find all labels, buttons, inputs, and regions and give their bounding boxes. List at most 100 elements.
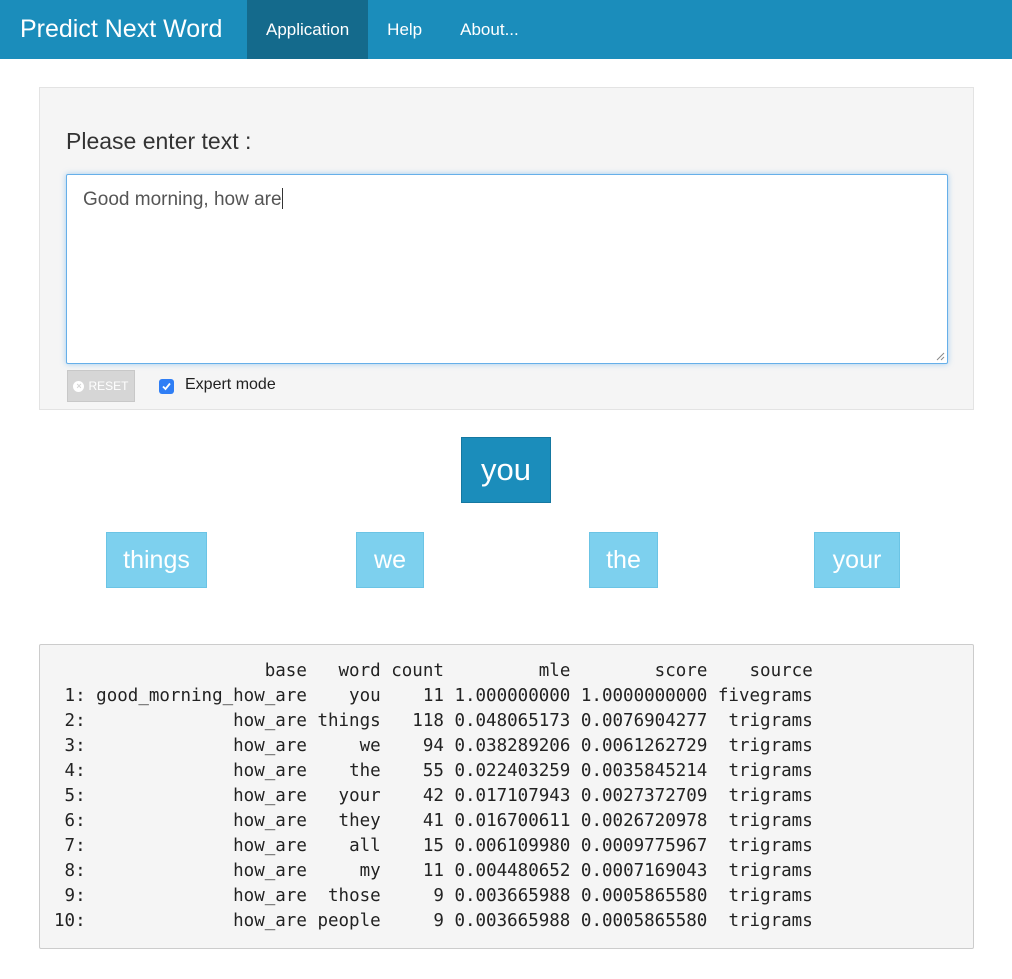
cell-mle: 0.003665988 — [454, 911, 571, 931]
cell-base: how_are — [233, 736, 307, 756]
text-input[interactable]: Good morning, how are — [66, 174, 948, 364]
alt-prediction-your[interactable]: your — [814, 532, 900, 588]
text-input-label: Please enter text : — [66, 128, 252, 154]
row-index: 10: — [54, 911, 86, 931]
row-index: 1: — [64, 686, 86, 706]
cell-count: 41 — [422, 811, 444, 831]
cell-mle: 0.003665988 — [454, 886, 571, 906]
text-caret — [281, 188, 283, 209]
cell-count: 42 — [422, 786, 444, 806]
cell-score: 1.0000000000 — [580, 686, 708, 706]
table-row: 1: good_morning_how_are you 11 1.0000000… — [54, 684, 813, 709]
column-header-word: word — [338, 661, 381, 681]
expert-mode-checkbox[interactable] — [159, 379, 174, 394]
cell-base: how_are — [233, 886, 307, 906]
cell-source: trigrams — [728, 911, 813, 931]
cell-base: how_are — [233, 711, 307, 731]
table-row: 8: how_are my 11 0.004480652 0.000716904… — [54, 859, 813, 884]
cell-count: 9 — [433, 911, 444, 931]
row-index: 5: — [64, 786, 86, 806]
reset-button-label: RESET — [88, 379, 129, 393]
cell-source: trigrams — [728, 886, 813, 906]
column-header-score: score — [654, 661, 708, 681]
cell-count: 11 — [422, 686, 444, 706]
table-row: 5: how_are your 42 0.017107943 0.0027372… — [54, 784, 813, 809]
alt-prediction-things[interactable]: things — [106, 532, 207, 588]
row-index: 7: — [64, 836, 86, 856]
cell-word: you — [349, 686, 381, 706]
cell-mle: 1.000000000 — [454, 686, 571, 706]
cell-mle: 0.038289206 — [454, 736, 571, 756]
alt-prediction-the[interactable]: the — [589, 532, 658, 588]
cell-mle: 0.016700611 — [454, 811, 571, 831]
cell-word: we — [359, 736, 381, 756]
cell-word: the — [349, 761, 381, 781]
navbar: Predict Next Word Application Help About… — [0, 0, 1012, 59]
cell-word: your — [338, 786, 381, 806]
cell-mle: 0.004480652 — [454, 861, 571, 881]
cell-word: they — [338, 811, 381, 831]
top-prediction-button[interactable]: you — [461, 437, 551, 503]
cell-score: 0.0076904277 — [580, 711, 708, 731]
table-row: 2: how_are things 118 0.048065173 0.0076… — [54, 709, 813, 734]
column-header-base: base — [264, 661, 307, 681]
row-index: 6: — [64, 811, 86, 831]
text-input-value: Good morning, how are — [83, 189, 282, 210]
row-index: 9: — [64, 886, 86, 906]
cell-source: trigrams — [728, 836, 813, 856]
cell-mle: 0.048065173 — [454, 711, 571, 731]
cell-base: how_are — [233, 861, 307, 881]
alt-prediction-we[interactable]: we — [356, 532, 424, 588]
row-index: 8: — [64, 861, 86, 881]
cell-source: trigrams — [728, 736, 813, 756]
column-header-mle: mle — [538, 661, 571, 681]
cell-source: fivegrams — [717, 686, 813, 706]
cell-source: trigrams — [728, 861, 813, 881]
results-table-text: base word count mle score source 1: good… — [54, 659, 813, 934]
cell-source: trigrams — [728, 811, 813, 831]
row-index: 3: — [64, 736, 86, 756]
cell-word: those — [328, 886, 381, 906]
table-row: 4: how_are the 55 0.022403259 0.00358452… — [54, 759, 813, 784]
results-table: base word count mle score source 1: good… — [39, 644, 974, 949]
checkmark-icon — [162, 382, 171, 391]
cell-word: people — [317, 911, 381, 931]
cell-word: all — [349, 836, 381, 856]
expert-mode-label[interactable]: Expert mode — [185, 376, 276, 394]
cell-source: trigrams — [728, 711, 813, 731]
row-index: 4: — [64, 761, 86, 781]
input-panel: Please enter text : Good morning, how ar… — [39, 87, 974, 410]
tab-about[interactable]: About... — [441, 0, 538, 59]
close-circle-icon: × — [73, 380, 85, 392]
cell-word: my — [359, 861, 381, 881]
cell-base: good_morning_how_are — [96, 686, 307, 706]
table-header-row: base word count mle score source — [54, 659, 813, 684]
cell-score: 0.0009775967 — [580, 836, 708, 856]
cell-score: 0.0061262729 — [580, 736, 708, 756]
app-brand[interactable]: Predict Next Word — [0, 0, 247, 59]
cell-score: 0.0026720978 — [580, 811, 708, 831]
cell-count: 55 — [422, 761, 444, 781]
resize-grip-icon[interactable] — [935, 351, 945, 361]
cell-score: 0.0035845214 — [580, 761, 708, 781]
cell-base: how_are — [233, 786, 307, 806]
cell-mle: 0.017107943 — [454, 786, 571, 806]
table-row: 6: how_are they 41 0.016700611 0.0026720… — [54, 809, 813, 834]
tab-help[interactable]: Help — [368, 0, 441, 59]
cell-score: 0.0007169043 — [580, 861, 708, 881]
reset-button[interactable]: × RESET — [67, 370, 135, 402]
cell-word: things — [317, 711, 381, 731]
cell-score: 0.0005865580 — [580, 886, 708, 906]
cell-source: trigrams — [728, 786, 813, 806]
cell-source: trigrams — [728, 761, 813, 781]
tab-application[interactable]: Application — [247, 0, 369, 59]
cell-base: how_are — [233, 836, 307, 856]
cell-mle: 0.006109980 — [454, 836, 571, 856]
cell-base: how_are — [233, 761, 307, 781]
column-header-source: source — [749, 661, 813, 681]
table-row: 10: how_are people 9 0.003665988 0.00058… — [54, 909, 813, 934]
cell-count: 11 — [422, 861, 444, 881]
cell-mle: 0.022403259 — [454, 761, 571, 781]
cell-count: 118 — [412, 711, 444, 731]
cell-score: 0.0027372709 — [580, 786, 708, 806]
